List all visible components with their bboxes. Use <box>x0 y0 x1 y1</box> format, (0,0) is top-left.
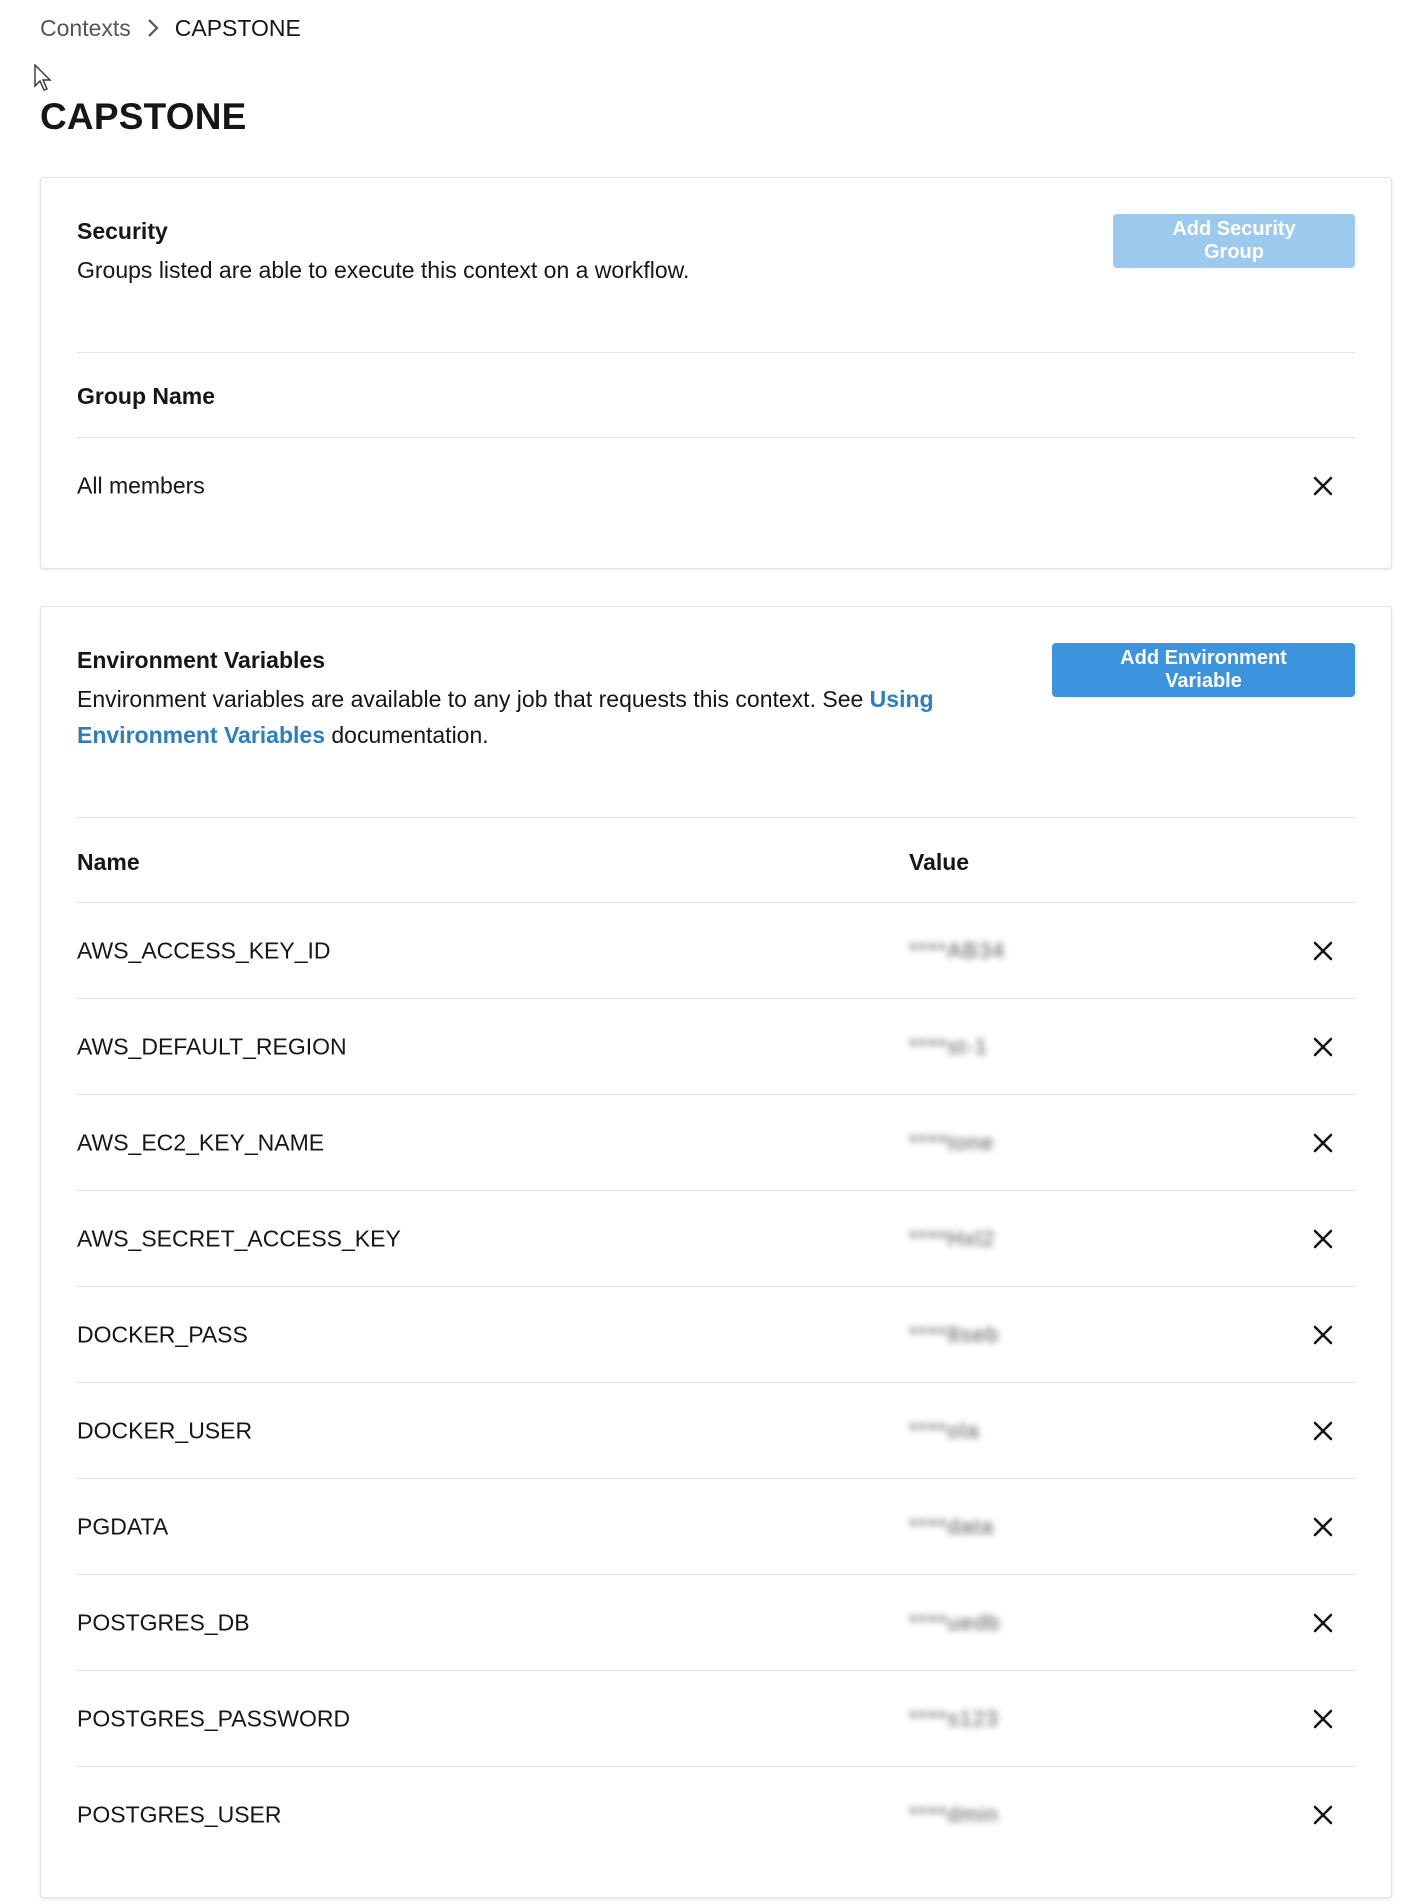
env-variable-name: AWS_ACCESS_KEY_ID <box>77 937 331 963</box>
env-variable-row: POSTGRES_DB ****uedb <box>77 1575 1355 1671</box>
env-variable-row: POSTGRES_PASSWORD ****s123 <box>77 1671 1355 1767</box>
close-icon <box>1313 1229 1333 1248</box>
group-name: All members <box>77 472 205 499</box>
value-column-header: Value <box>909 849 970 875</box>
env-variable-row: AWS_EC2_KEY_NAME ****tone <box>77 1095 1355 1191</box>
env-variable-name: PGDATA <box>77 1513 169 1539</box>
env-variable-value: ****data <box>909 1513 995 1539</box>
env-variable-name: POSTGRES_USER <box>77 1801 282 1828</box>
env-description-after: documentation. <box>324 722 489 748</box>
env-variable-name: POSTGRES_PASSWORD <box>77 1705 351 1731</box>
env-variable-value: ****ola <box>909 1417 980 1443</box>
breadcrumb: Contexts CAPSTONE <box>40 14 301 42</box>
close-icon <box>1313 1421 1333 1440</box>
close-icon <box>1313 1709 1333 1728</box>
divider <box>77 352 1355 353</box>
remove-env-variable-button[interactable] <box>1307 1703 1339 1735</box>
remove-env-variable-button[interactable] <box>1307 1127 1339 1159</box>
group-name-header: Group Name <box>77 383 216 409</box>
environment-variables-card: Environment Variables Environment variab… <box>40 606 1392 1898</box>
close-icon <box>1313 1133 1333 1152</box>
close-icon <box>1313 1325 1333 1344</box>
breadcrumb-contexts-link[interactable]: Contexts <box>40 15 131 42</box>
close-icon <box>1313 1037 1333 1056</box>
env-variable-value: ****tone <box>909 1129 995 1155</box>
divider <box>77 817 1355 818</box>
env-variable-value: ****AB34 <box>909 937 1006 963</box>
add-security-group-button[interactable]: Add Security Group <box>1113 214 1355 268</box>
remove-env-variable-button[interactable] <box>1307 1511 1339 1543</box>
security-description: Groups listed are able to execute this c… <box>77 257 690 283</box>
env-variable-value: ****uedb <box>909 1609 1001 1635</box>
chevron-right-icon <box>131 14 175 42</box>
mouse-pointer-icon <box>34 63 54 97</box>
env-variable-value: ****st-1 <box>909 1033 988 1059</box>
remove-group-button[interactable] <box>1307 470 1339 502</box>
env-variable-name: AWS_EC2_KEY_NAME <box>77 1129 325 1155</box>
env-description-before: Environment variables are available to a… <box>77 686 870 712</box>
close-icon <box>1313 476 1333 496</box>
env-variable-name: DOCKER_USER <box>77 1417 253 1443</box>
env-variable-row: AWS_DEFAULT_REGION ****st-1 <box>77 999 1355 1095</box>
close-icon <box>1313 1517 1333 1536</box>
env-variable-value: ****8seb <box>909 1321 999 1347</box>
using-env-vars-link-part2[interactable]: Environment Variables <box>77 722 325 748</box>
remove-env-variable-button[interactable] <box>1307 1415 1339 1447</box>
env-variable-name: POSTGRES_DB <box>77 1609 250 1635</box>
add-environment-variable-button[interactable]: Add Environment Variable <box>1052 643 1355 697</box>
env-variable-value: ****Hxl2 <box>909 1225 996 1251</box>
remove-env-variable-button[interactable] <box>1307 1031 1339 1063</box>
env-variable-row: DOCKER_USER ****ola <box>77 1383 1355 1479</box>
close-icon <box>1313 1805 1333 1825</box>
using-env-vars-link-part1[interactable]: Using <box>870 686 934 712</box>
env-variable-row: AWS_ACCESS_KEY_ID ****AB34 <box>77 903 1355 999</box>
close-icon <box>1313 941 1333 960</box>
env-variable-row: PGDATA ****data <box>77 1479 1355 1575</box>
name-column-header: Name <box>77 849 140 875</box>
env-variable-row: AWS_SECRET_ACCESS_KEY ****Hxl2 <box>77 1191 1355 1287</box>
security-title: Security <box>77 218 168 244</box>
security-card: Security Groups listed are able to execu… <box>40 177 1392 569</box>
env-title: Environment Variables <box>77 647 325 673</box>
breadcrumb-current: CAPSTONE <box>174 14 301 41</box>
close-icon <box>1313 1613 1333 1632</box>
remove-env-variable-button[interactable] <box>1307 1607 1339 1639</box>
env-variable-name: AWS_SECRET_ACCESS_KEY <box>77 1225 401 1251</box>
env-variable-name: AWS_DEFAULT_REGION <box>77 1033 347 1059</box>
env-description: Environment variables are available to a… <box>77 681 997 753</box>
env-variable-row: DOCKER_PASS ****8seb <box>77 1287 1355 1383</box>
page-title: CAPSTONE <box>40 96 247 137</box>
env-variable-name: DOCKER_PASS <box>77 1321 248 1347</box>
remove-env-variable-button[interactable] <box>1307 935 1339 967</box>
remove-env-variable-button[interactable] <box>1307 1223 1339 1255</box>
remove-env-variable-button[interactable] <box>1307 1799 1339 1831</box>
env-variable-row: POSTGRES_USER ****dmin <box>77 1767 1355 1863</box>
remove-env-variable-button[interactable] <box>1307 1319 1339 1351</box>
group-row: All members <box>77 438 1355 534</box>
context-detail-page: Contexts CAPSTONE CAPSTONE Security Grou… <box>0 0 1410 1903</box>
env-variable-value: ****s123 <box>909 1705 999 1731</box>
env-variable-value: ****dmin <box>909 1802 999 1827</box>
